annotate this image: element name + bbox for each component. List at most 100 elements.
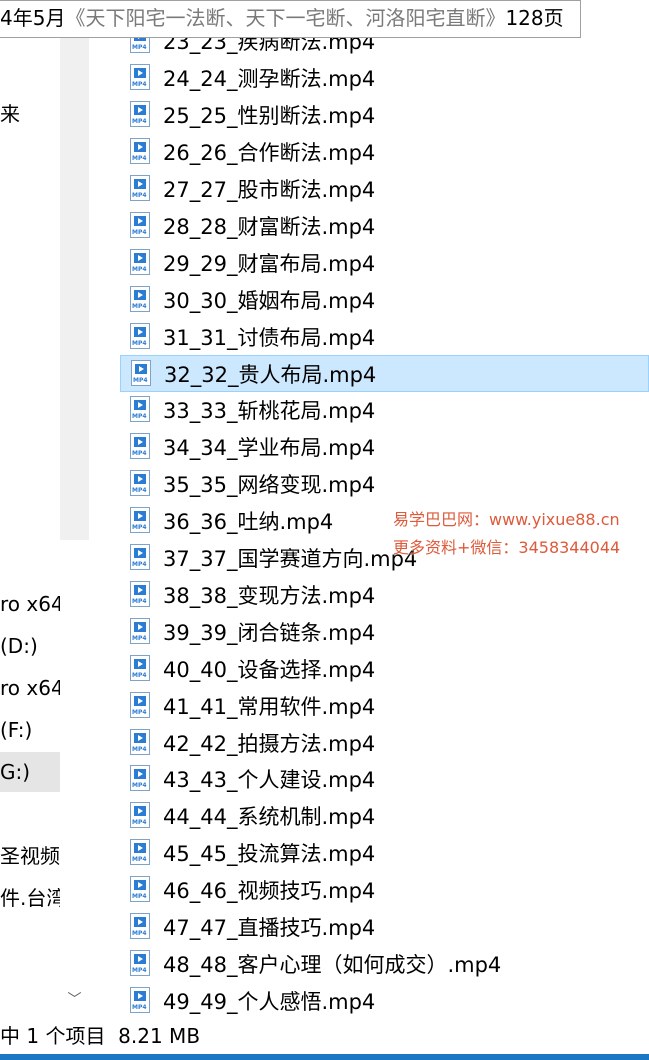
file-name: 33_33_斩桃花局.mp4 bbox=[163, 399, 376, 424]
nav-item-label: 圣视频（ bbox=[0, 844, 60, 868]
mp4-file-icon: MP4 bbox=[130, 544, 152, 572]
nav-item-folder-video[interactable]: 圣视频（ bbox=[0, 838, 60, 874]
file-row[interactable]: MP4 39_39_闭合链条.mp4 bbox=[120, 613, 649, 650]
file-name: 42_42_拍摄方法.mp4 bbox=[163, 731, 376, 756]
file-name: 40_40_设备选择.mp4 bbox=[163, 657, 376, 682]
nav-item-label: 件.台湾 bbox=[0, 886, 60, 910]
file-type-tag: MP4 bbox=[132, 856, 147, 864]
status-selection-size: 8.21 MB bbox=[118, 1024, 201, 1048]
mp4-file-icon: MP4 bbox=[130, 211, 152, 240]
file-row[interactable]: MP4 44_44_系统机制.mp4 bbox=[120, 798, 649, 835]
tooltip-pages: 128页 bbox=[505, 6, 564, 30]
file-type-tag: MP4 bbox=[132, 339, 147, 347]
mp4-file-icon: MP4 bbox=[130, 913, 152, 941]
file-type-tag: MP4 bbox=[132, 708, 147, 716]
mp4-file-icon: MP4 bbox=[130, 470, 152, 498]
mp4-file-icon: MP4 bbox=[130, 617, 152, 646]
nav-item-drive-e[interactable]: ro x64 bbox=[0, 670, 60, 706]
file-row[interactable]: MP4 48_48_客户心理（如何成交）.mp4 bbox=[120, 945, 649, 982]
mp4-file-icon: MP4 bbox=[130, 248, 152, 277]
nav-item-label: 来 bbox=[0, 102, 20, 126]
mp4-file-icon: MP4 bbox=[130, 728, 152, 757]
file-name: 26_26_合作断法.mp4 bbox=[163, 141, 376, 166]
file-row[interactable]: MP4 43_43_个人建设.mp4 bbox=[120, 761, 649, 798]
file-name: 38_38_变现方法.mp4 bbox=[163, 583, 376, 608]
watermark-line-2: 更多资料+微信：3458344044 bbox=[393, 538, 621, 557]
mp4-file-icon: MP4 bbox=[130, 580, 152, 609]
file-row[interactable]: MP4 42_42_拍摄方法.mp4 bbox=[120, 724, 649, 761]
mp4-file-icon: MP4 bbox=[130, 876, 152, 904]
mp4-file-icon: MP4 bbox=[130, 507, 152, 535]
status-bar: 中 1 个项目 8.21 MB bbox=[0, 1018, 649, 1054]
nav-item-quick-access[interactable]: 来 bbox=[0, 96, 60, 132]
scrollbar-track[interactable] bbox=[60, 0, 89, 540]
file-row[interactable]: MP4 46_46_视频技巧.mp4 bbox=[120, 872, 649, 909]
file-row[interactable]: MP4 24_24_测孕断法.mp4 bbox=[120, 60, 649, 97]
file-row[interactable]: MP4 31_31_讨债布局.mp4 bbox=[120, 318, 649, 355]
navigation-pane: 来 ro x64 (D:) ro x64 (F:) G:) 圣视频（ 件.台湾 bbox=[0, 0, 60, 1018]
watermark: 易学巴巴网：www.yixue88.cn 更多资料+微信：3458344044 bbox=[393, 506, 620, 562]
file-row[interactable]: MP4 34_34_学业布局.mp4 bbox=[120, 429, 649, 466]
window-bottom-border bbox=[0, 1054, 649, 1060]
file-row[interactable]: MP4 25_25_性别断法.mp4 bbox=[120, 97, 649, 134]
file-type-tag: MP4 bbox=[132, 302, 147, 310]
file-row[interactable]: MP4 45_45_投流算法.mp4 bbox=[120, 835, 649, 872]
file-row[interactable]: MP4 40_40_设备选择.mp4 bbox=[120, 650, 649, 687]
nav-item-folder-taiwan[interactable]: 件.台湾 bbox=[0, 880, 60, 916]
file-type-tag: MP4 bbox=[132, 44, 147, 52]
mp4-file-icon: MP4 bbox=[130, 986, 152, 1015]
mp4-file-icon: MP4 bbox=[130, 802, 152, 830]
nav-item-drive-f[interactable]: (F:) bbox=[0, 712, 60, 748]
file-type-tag: MP4 bbox=[132, 1003, 147, 1011]
navigation-scrollbar[interactable]: ﹀ bbox=[60, 0, 89, 1018]
file-type-tag: MP4 bbox=[132, 597, 147, 605]
file-row[interactable]: MP4 27_27_股市断法.mp4 bbox=[120, 171, 649, 208]
file-name: 35_35_网络变现.mp4 bbox=[163, 473, 376, 498]
file-type-tag: MP4 bbox=[133, 376, 148, 384]
file-row[interactable]: MP4 29_29_财富布局.mp4 bbox=[120, 244, 649, 281]
file-name: 29_29_财富布局.mp4 bbox=[163, 251, 376, 276]
file-name: 45_45_投流算法.mp4 bbox=[163, 842, 376, 867]
tooltip-title: 《天下阳宅一法断、天下一宅断、河洛阳宅直断》 bbox=[65, 6, 506, 30]
nav-item-drive-c[interactable]: ro x64 bbox=[0, 586, 60, 622]
file-row[interactable]: MP4 47_47_直播技巧.mp4 bbox=[120, 909, 649, 946]
file-row[interactable]: MP4 30_30_婚姻布局.mp4 bbox=[120, 281, 649, 318]
file-name: 32_32_贵人布局.mp4 bbox=[164, 362, 377, 387]
file-name: 48_48_客户心理（如何成交）.mp4 bbox=[163, 952, 502, 977]
mp4-file-icon: MP4 bbox=[131, 359, 153, 388]
file-row[interactable]: MP4 35_35_网络变现.mp4 bbox=[120, 466, 649, 503]
file-type-tag: MP4 bbox=[132, 155, 147, 163]
file-name: 44_44_系统机制.mp4 bbox=[163, 805, 376, 830]
file-name: 25_25_性别断法.mp4 bbox=[163, 104, 376, 129]
file-type-tag: MP4 bbox=[132, 561, 147, 568]
mp4-file-icon: MP4 bbox=[130, 396, 152, 424]
nav-item-drive-d[interactable]: (D:) bbox=[0, 628, 60, 664]
file-name: 24_24_测孕断法.mp4 bbox=[163, 67, 376, 92]
mp4-file-icon: MP4 bbox=[130, 654, 152, 683]
file-name: 30_30_婚姻布局.mp4 bbox=[163, 288, 376, 313]
file-type-tag: MP4 bbox=[132, 930, 147, 937]
file-row[interactable]: MP4 41_41_常用软件.mp4 bbox=[120, 687, 649, 724]
file-row[interactable]: MP4 38_38_变现方法.mp4 bbox=[120, 576, 649, 613]
file-row[interactable]: MP4 49_49_个人感悟.mp4 bbox=[120, 982, 649, 1018]
nav-item-label: ro x64 bbox=[0, 592, 60, 616]
mp4-file-icon: MP4 bbox=[130, 949, 152, 978]
nav-item-drive-g[interactable]: G:) bbox=[0, 752, 60, 792]
file-row[interactable]: MP4 28_28_财富断法.mp4 bbox=[120, 207, 649, 244]
file-type-tag: MP4 bbox=[132, 192, 147, 199]
file-type-tag: MP4 bbox=[132, 745, 147, 753]
file-name: 37_37_国学赛道方向.mp4 bbox=[163, 547, 418, 571]
file-row[interactable]: MP4 33_33_斩桃花局.mp4 bbox=[120, 392, 649, 429]
nav-item-label: (F:) bbox=[0, 718, 33, 742]
file-type-tag: MP4 bbox=[132, 228, 147, 236]
file-type-tag: MP4 bbox=[132, 634, 147, 642]
file-name: 34_34_学业布局.mp4 bbox=[163, 436, 376, 461]
mp4-file-icon: MP4 bbox=[130, 691, 152, 720]
file-type-tag: MP4 bbox=[132, 118, 147, 126]
scroll-down-arrow-icon[interactable]: ﹀ bbox=[60, 986, 89, 1014]
mp4-file-icon: MP4 bbox=[130, 765, 152, 793]
file-row[interactable]: MP4 32_32_贵人布局.mp4 bbox=[120, 355, 649, 392]
file-name: 47_47_直播技巧.mp4 bbox=[163, 916, 376, 940]
file-row[interactable]: MP4 26_26_合作断法.mp4 bbox=[120, 134, 649, 171]
file-name: 41_41_常用软件.mp4 bbox=[163, 694, 376, 719]
